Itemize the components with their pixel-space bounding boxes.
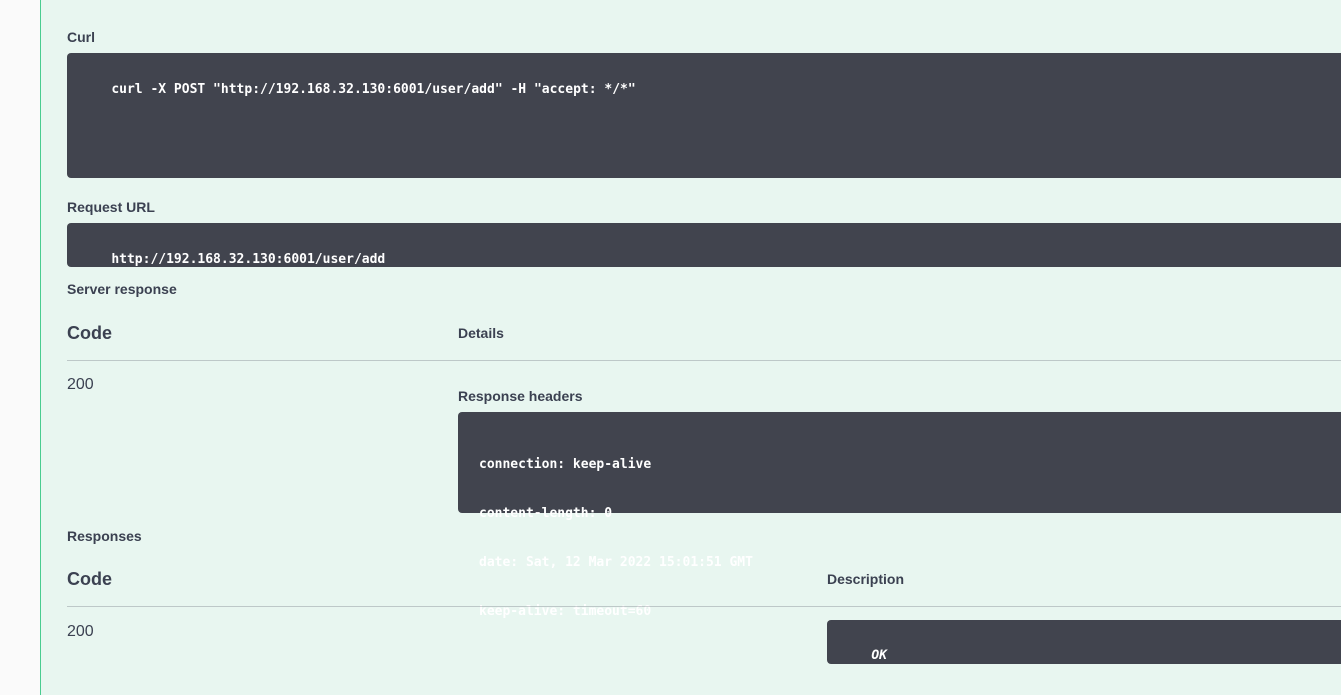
response-header-line: keep-alive: timeout=60 (479, 604, 652, 619)
response-headers-block[interactable]: connection: keep-alive content-length: 0… (458, 412, 1341, 619)
responses-code-header: Code (67, 569, 112, 589)
responses-code: 200 (67, 623, 94, 640)
request-url-label: Request URL (67, 199, 155, 215)
server-response-details-header: Details (458, 325, 504, 341)
response-header-line: date: Sat, 12 Mar 2022 15:01:51 GMT (479, 555, 753, 570)
server-response-code-header: Code (67, 323, 112, 343)
curl-command-block[interactable]: curl -X POST "http://192.168.32.130:6001… (67, 53, 1341, 178)
responses-description-header: Description (827, 571, 905, 587)
response-description: OK (871, 648, 887, 663)
responses-divider (67, 606, 1341, 607)
operation-execution-panel: Curl curl -X POST "http://192.168.32.130… (40, 0, 1341, 695)
server-response-code: 200 (67, 376, 94, 393)
curl-label: Curl (67, 29, 95, 45)
response-header-line: connection: keep-alive (479, 457, 652, 472)
request-url-value: http://192.168.32.130:6001/user/add (111, 252, 386, 267)
request-url-block[interactable]: http://192.168.32.130:6001/user/add (67, 223, 1341, 267)
response-header-line: content-length: 0 (479, 506, 613, 521)
response-description-block: OK (827, 620, 1341, 664)
responses-label: Responses (67, 528, 142, 544)
server-response-label: Server response (67, 281, 177, 297)
response-headers-label: Response headers (458, 388, 583, 404)
curl-command: curl -X POST "http://192.168.32.130:6001… (111, 82, 636, 97)
left-gutter (0, 0, 40, 695)
server-response-divider (67, 360, 1341, 361)
